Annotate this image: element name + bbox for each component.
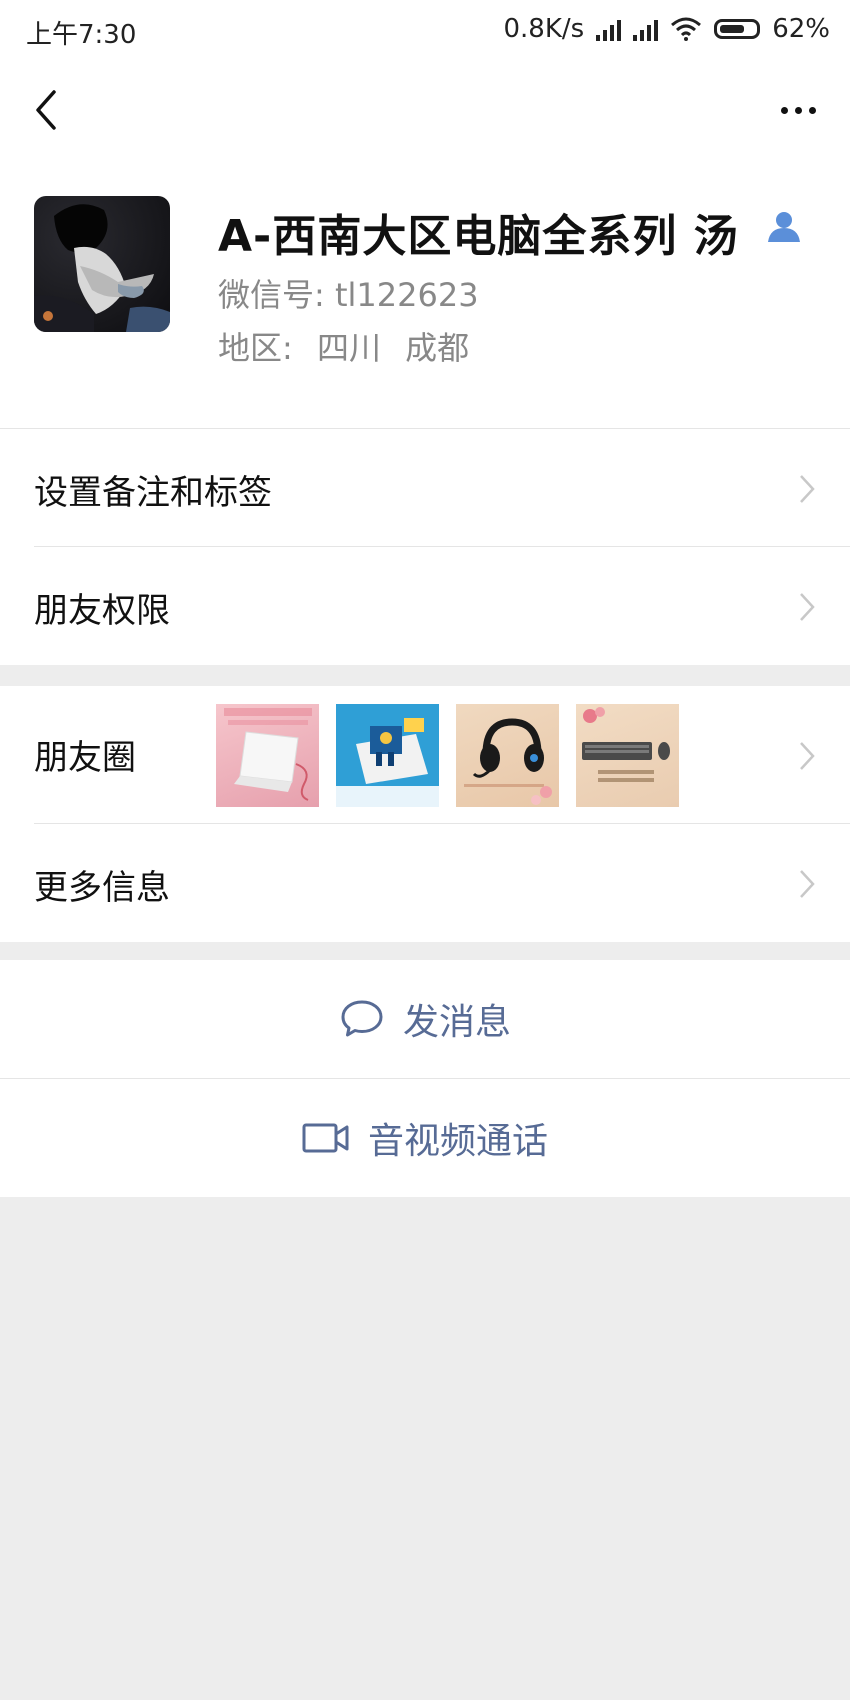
signal-icon-sim1 bbox=[596, 17, 622, 41]
friend-permissions-item[interactable]: 朋友权限 bbox=[0, 547, 850, 665]
contact-type-icon bbox=[768, 212, 800, 242]
moments-thumbnail-keyboard bbox=[576, 704, 679, 807]
moments-thumbnail-computer bbox=[336, 704, 439, 807]
chat-bubble-icon bbox=[341, 1000, 383, 1037]
moments-thumbnails bbox=[216, 704, 679, 807]
profile-header: A-西南大区电脑全系列 汤 微信号: tl122623 地区: 四川 成都 bbox=[0, 160, 850, 429]
wechat-id: 微信号: tl122623 bbox=[218, 276, 479, 314]
video-call-label: 音视频通话 bbox=[367, 1121, 548, 1162]
status-icons: 0.8K/s 62% bbox=[503, 14, 830, 44]
top-nav bbox=[0, 60, 850, 160]
video-call-button[interactable]: 音视频通话 bbox=[0, 1079, 850, 1197]
more-info-label: 更多信息 bbox=[34, 868, 170, 908]
more-options-button[interactable] bbox=[770, 86, 826, 134]
video-camera-icon bbox=[302, 1123, 349, 1153]
send-message-button[interactable]: 发消息 bbox=[0, 960, 850, 1078]
remark-tags-label: 设置备注和标签 bbox=[34, 473, 272, 513]
contact-name: A-西南大区电脑全系列 汤 bbox=[218, 211, 739, 262]
moments-thumbnail-laptop bbox=[216, 704, 319, 807]
moments-thumbnail-headset bbox=[456, 704, 559, 807]
moments-item[interactable]: 朋友圈 bbox=[0, 686, 850, 824]
signal-icon-sim2 bbox=[633, 17, 659, 41]
back-button[interactable] bbox=[22, 86, 70, 134]
chevron-right-icon bbox=[800, 742, 815, 770]
more-dot-icon bbox=[808, 106, 816, 114]
network-speed: 0.8K/s bbox=[503, 14, 585, 44]
region: 地区: 四川 成都 bbox=[218, 323, 483, 369]
moments-label: 朋友圈 bbox=[34, 738, 136, 778]
region-city: 成都 bbox=[405, 329, 470, 367]
back-arrow-icon bbox=[36, 90, 56, 130]
chevron-right-icon bbox=[800, 475, 815, 503]
battery-icon bbox=[714, 19, 761, 39]
chevron-right-icon bbox=[800, 870, 815, 898]
menu-group-settings: 设置备注和标签 朋友权限 bbox=[0, 429, 850, 665]
status-bar: 上午7:30 0.8K/s 62% bbox=[0, 0, 850, 60]
send-message-label: 发消息 bbox=[402, 1002, 511, 1043]
remark-tags-item[interactable]: 设置备注和标签 bbox=[0, 429, 850, 547]
friend-permissions-label: 朋友权限 bbox=[34, 591, 170, 631]
wifi-icon bbox=[671, 17, 702, 41]
menu-group-info: 朋友圈 更多信息 bbox=[0, 686, 850, 942]
more-info-item[interactable]: 更多信息 bbox=[0, 824, 850, 942]
battery-percent: 62% bbox=[772, 14, 830, 44]
chevron-right-icon bbox=[800, 593, 815, 621]
status-time: 上午7:30 bbox=[26, 20, 137, 50]
region-label: 地区: bbox=[218, 329, 293, 367]
more-dot-icon bbox=[780, 106, 788, 114]
region-province: 四川 bbox=[316, 329, 381, 367]
avatar-image bbox=[34, 204, 170, 332]
more-dot-icon bbox=[794, 106, 802, 114]
avatar[interactable] bbox=[34, 196, 170, 332]
